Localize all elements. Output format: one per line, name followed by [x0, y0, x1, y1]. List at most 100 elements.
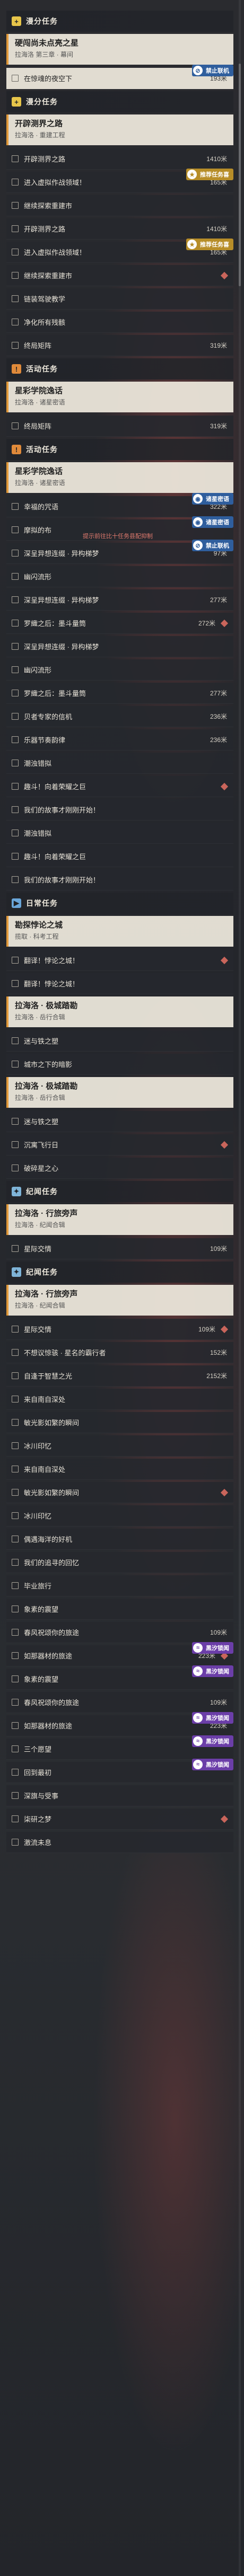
quest-objective[interactable]: 罗織之后：墨斗量筒 277米 [6, 683, 233, 704]
section-header[interactable]: ! 活动任务 [6, 439, 233, 460]
quest-objective[interactable]: 我们的故事才刚刚开始！ [6, 799, 233, 821]
objective-label: 开辟测界之路 [24, 155, 66, 163]
quest-title-card[interactable]: 硬闯尚未点亮之星 拉海洛 第三章 · 幕间 [6, 34, 233, 65]
objective-label: 继续探索重建市 [24, 202, 73, 210]
checkbox-icon [12, 1605, 19, 1612]
scrollbar-thumb[interactable] [239, 64, 241, 286]
section-header[interactable]: + 漫分任务 [6, 91, 233, 112]
quest-objective[interactable]: 来自南自深处 [6, 1389, 233, 1410]
checkbox-icon [12, 573, 19, 580]
quest-objective[interactable]: 春风祝颂你的旅途 109米 [6, 1692, 233, 1713]
quest-objective[interactable]: 毕业旅行 [6, 1575, 233, 1596]
quest-objective[interactable]: 柒研之梦 [6, 1809, 233, 1830]
section-icon: ✦ [12, 1267, 21, 1277]
section-header[interactable]: + 漫分任务 [6, 11, 233, 32]
quest-objective[interactable]: 翻译！悖论之城！ [6, 973, 233, 994]
quest-title-card[interactable]: 拉海洛 · 行旅旁声 拉海洛 · 纪闻合辑 [6, 1204, 233, 1235]
quest-objective[interactable]: 冰川印忆 [6, 1435, 233, 1457]
quest-objective[interactable]: 贝者专家的信机 236米 [6, 706, 233, 727]
quest-title-card[interactable]: 勘探悖论之城 揽取 · 科考工程 [6, 916, 233, 947]
quest-objective[interactable]: 净化所有残骸 [6, 312, 233, 333]
objective-label: 我们的故事才刚刚开始！ [24, 806, 100, 814]
scrollbar-track[interactable] [239, 0, 241, 2576]
badge-label: 禁止联机 [206, 68, 229, 74]
objective-label: 敏光影如繁的瞬间 [24, 1489, 80, 1497]
quest-objective[interactable]: 终局矩阵 319米 [6, 416, 233, 437]
quest-objective[interactable]: 迷与铁之塑 [6, 1111, 233, 1132]
waypoint-diamond-icon [220, 1815, 229, 1823]
objective-label: 自逢于智慧之光 [24, 1372, 73, 1380]
checkbox-icon [12, 853, 19, 860]
checkbox-icon [12, 806, 19, 813]
section-header[interactable]: ✦ 纪闻任务 [6, 1181, 233, 1202]
quest-title-card[interactable]: 星彩学院逸话 拉海洛 · 诸星密语 [6, 382, 233, 412]
checkbox-icon [12, 643, 19, 650]
checkbox-icon [12, 1652, 19, 1659]
objective-label: 贝者专家的信机 [24, 713, 73, 721]
quest-objective[interactable]: 春风祝颂你的旅途 109米 [6, 1622, 233, 1643]
quest-objective[interactable]: 继续探索重建市 [6, 265, 233, 286]
quest-objective[interactable]: 破碎星之心 [6, 1158, 233, 1179]
checkbox-icon [12, 596, 19, 603]
quest-objective[interactable]: 翻译！悖论之城！ [6, 950, 233, 971]
quest-name: 拉海洛 · 行旅旁声 [15, 1290, 78, 1299]
checkbox-icon [12, 1326, 19, 1333]
quest-objective[interactable]: 深呈异想连缀 · 异构梯梦 [6, 636, 233, 657]
checkbox-icon [12, 666, 19, 673]
quest-objective[interactable]: 不想议惊骇 · 星名的霸行者 152米 [6, 1342, 233, 1363]
quest-title-card[interactable]: 拉海洛 · 极城踏勘 拉海洛 · 岳行合辑 [6, 1077, 233, 1108]
quest-objective[interactable]: 象素的震望 [6, 1599, 233, 1620]
quest-objective[interactable]: 我们的故事才刚刚开始！ [6, 869, 233, 890]
objective-label: 罗織之后：墨斗量筒 [24, 690, 86, 698]
quest-objective[interactable]: 开辟测界之路 1410米 [6, 218, 233, 240]
checkbox-icon [12, 957, 19, 964]
quest-objective[interactable]: 罗織之后：墨斗量筒 272米 [6, 613, 233, 634]
quest-objective[interactable]: 冰川印忆 [6, 1505, 233, 1527]
quest-objective[interactable]: 链装驾驶教学 [6, 288, 233, 310]
quest-objective[interactable]: 星际交情 109米 [6, 1238, 233, 1259]
objective-label: 春风祝颂你的旅途 [24, 1629, 80, 1637]
quest-title-card[interactable]: 星彩学院逸话 拉海洛 · 诸星密语 [6, 462, 233, 493]
checkbox-icon [12, 503, 19, 510]
quest-objective[interactable]: 趣斗！向着荣耀之巨 [6, 776, 233, 797]
quest-objective[interactable]: 迷与铁之塑 [6, 1030, 233, 1052]
quest-objective[interactable]: 乐器节奏韵律 236米 [6, 729, 233, 751]
quest-objective[interactable]: 城市之下的暗影 [6, 1054, 233, 1075]
quest-objective[interactable]: 我们的追寻的回忆 [6, 1552, 233, 1573]
objective-label: 开辟测界之路 [24, 225, 66, 233]
section-header[interactable]: ▶ 日常任务 [6, 893, 233, 914]
objective-label: 深呈异想连缀 · 异构梯梦 [24, 550, 99, 558]
quest-objective[interactable]: 幽闪流形 [6, 566, 233, 587]
quest-title-card[interactable]: 拉海洛 · 极城踏勘 拉海洛 · 岳行合辑 [6, 996, 233, 1027]
quest-objective[interactable]: 星际交情 109米 [6, 1319, 233, 1340]
quest-objective[interactable]: 开辟测界之路 1410米 [6, 148, 233, 170]
objective-label: 来自南自深处 [24, 1466, 66, 1474]
checkbox-icon [12, 1037, 19, 1044]
quest-objective[interactable]: 敏光影如繁的瞬间 [6, 1482, 233, 1503]
quest-objective[interactable]: 偶遇海洋的好机 [6, 1529, 233, 1550]
quest-objective[interactable]: 沉寓飞行日 [6, 1134, 233, 1155]
quest-objective[interactable]: 潮浊错拟 [6, 753, 233, 774]
quest-objective[interactable]: 深呈异想连缀 · 异构梯梦 277米 [6, 589, 233, 611]
quest-objective[interactable]: 终局矩阵 319米 [6, 335, 233, 356]
section-header[interactable]: ✦ 纪闻任务 [6, 1261, 233, 1283]
objective-label: 沉寓飞行日 [24, 1141, 59, 1149]
badge-label: 黑汐锁闻 [206, 1739, 229, 1745]
section-header[interactable]: ! 活动任务 [6, 358, 233, 380]
quest-objective[interactable]: 继续探索重建市 [6, 195, 233, 216]
objective-label: 破碎星之心 [24, 1165, 59, 1172]
badge-label: 诸星密语 [206, 519, 229, 526]
quest-objective[interactable]: 自逢于智慧之光 2152米 [6, 1365, 233, 1387]
quest-objective[interactable]: 敏光影如繁的瞬间 [6, 1412, 233, 1433]
quest-objective[interactable]: 激流未息 [6, 1832, 233, 1853]
quest-objective[interactable]: 深旗与受事 [6, 1785, 233, 1806]
section-label: 漫分任务 [26, 17, 58, 25]
quest-objective[interactable]: 趣斗！向着荣耀之巨 [6, 846, 233, 867]
objective-label: 翻译！悖论之城！ [24, 980, 80, 988]
quest-objective[interactable]: 幽闪流形 [6, 659, 233, 681]
quest-objective[interactable]: 来自南自深处 [6, 1459, 233, 1480]
quest-objective[interactable]: 潮浊错拟 [6, 823, 233, 844]
badge-label: 推荐任务喜 [200, 242, 229, 248]
quest-title-card[interactable]: 开辟测界之路 拉海洛 · 重建工程 [6, 114, 233, 145]
quest-title-card[interactable]: 拉海洛 · 行旅旁声 拉海洛 · 纪闻合辑 [6, 1285, 233, 1316]
